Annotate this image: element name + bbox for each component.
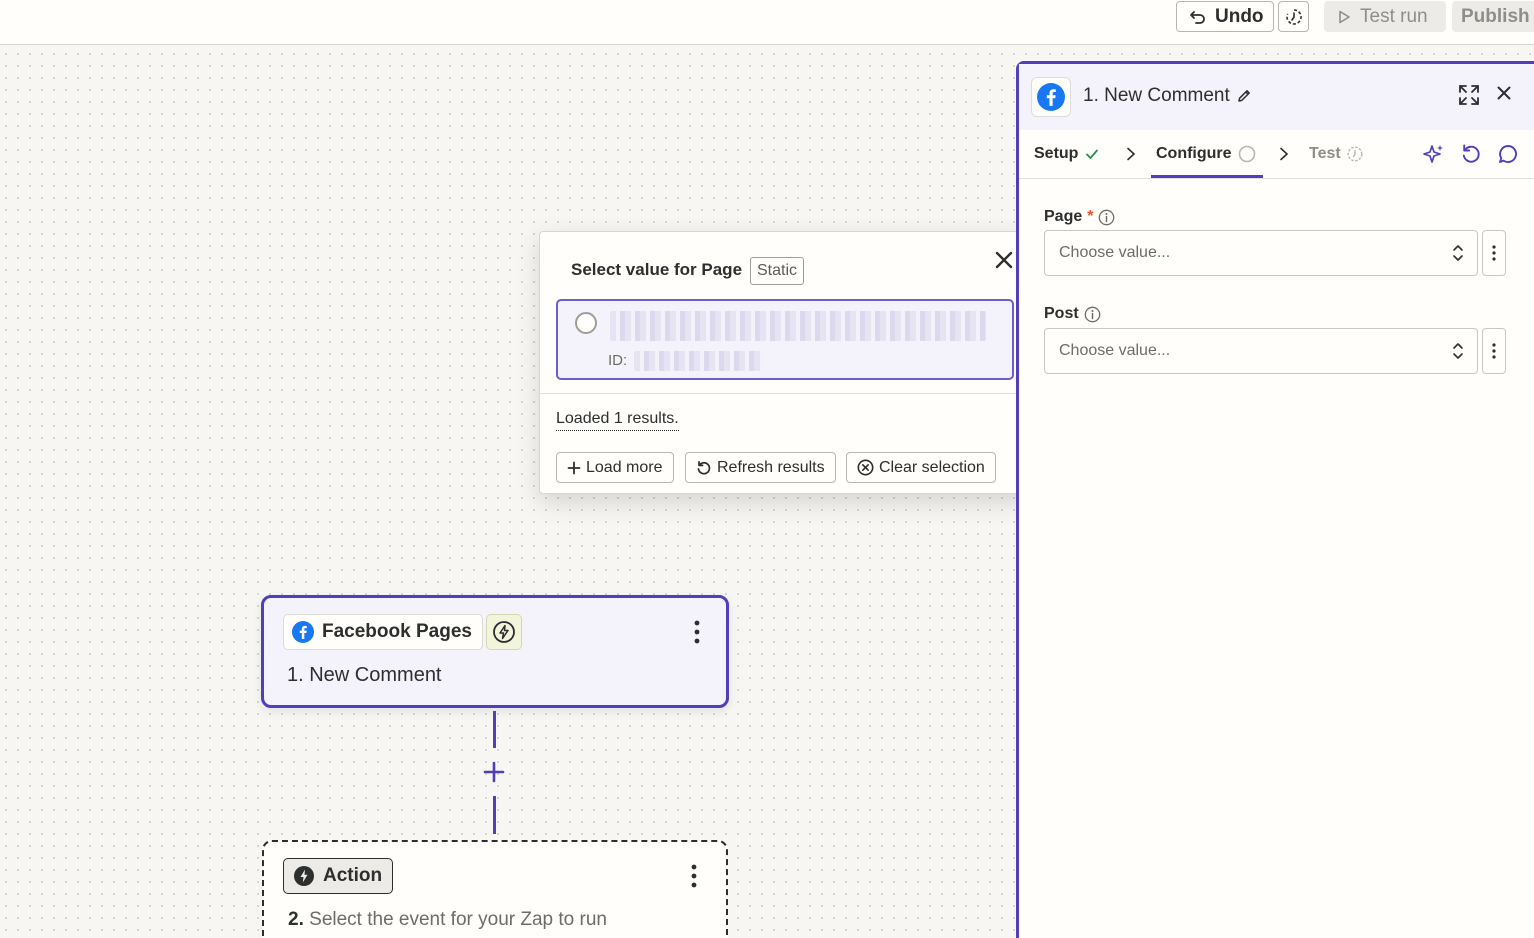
pencil-icon [1238, 90, 1250, 102]
rename-step-button[interactable] [1236, 88, 1252, 109]
top-toolbar: Undo Test run Publish [0, 0, 1534, 45]
option-id-label: ID: [608, 352, 628, 369]
publish-label: Publish [1461, 5, 1530, 27]
refresh-icon [697, 460, 711, 475]
post-field-menu-button[interactable] [1482, 328, 1506, 374]
bolt-icon [493, 621, 515, 643]
divider [540, 393, 1030, 394]
action-chip: Action [283, 858, 394, 894]
post-label-text: Post [1044, 305, 1079, 322]
popover-title: Select value for Page [571, 260, 743, 279]
step-description: 2. Select the event for your Zap to run [288, 909, 607, 931]
panel-title: 1. New Comment [1083, 85, 1230, 106]
connector-line [493, 711, 496, 748]
bolt-icon [294, 866, 314, 886]
tab-setup[interactable]: Setup [1034, 145, 1100, 163]
test-run-button[interactable]: Test run [1324, 1, 1446, 32]
option-item[interactable]: ID: [556, 299, 1014, 380]
refresh-icon[interactable] [1460, 143, 1482, 165]
post-select[interactable]: Choose value... [1044, 328, 1478, 374]
loaded-results-text: Loaded 1 results. [556, 410, 679, 431]
tab-test[interactable]: Test [1309, 145, 1363, 163]
more-vertical-icon [691, 864, 697, 888]
more-vertical-icon [1492, 343, 1496, 359]
tab-setup-label: Setup [1034, 145, 1079, 162]
chevron-right-icon [1280, 147, 1289, 161]
incomplete-circle-icon [1238, 145, 1255, 163]
app-icon-box [1031, 77, 1071, 117]
step-number: 2. [288, 909, 304, 930]
page-select-placeholder: Choose value... [1059, 244, 1171, 261]
facebook-icon [292, 621, 314, 643]
undo-icon [1190, 10, 1205, 24]
version-history-button[interactable] [1278, 1, 1309, 32]
post-field-label: Post [1044, 305, 1101, 323]
test-run-label: Test run [1360, 5, 1428, 27]
page-field-label: Page * [1044, 208, 1115, 226]
step-tabs: Setup Configure Test [1019, 130, 1534, 179]
refresh-results-label: Refresh results [717, 458, 825, 476]
connector-line [493, 796, 496, 834]
option-radio[interactable] [575, 312, 597, 334]
page-label-text: Page [1044, 208, 1083, 225]
history-icon [1285, 8, 1302, 25]
step-editor-panel: 1. New Comment Setup Configure Test Page… [1016, 61, 1534, 938]
pending-clock-icon [1347, 146, 1363, 162]
play-icon [1339, 10, 1350, 23]
comment-icon[interactable] [1497, 143, 1519, 165]
static-badge: Static [750, 257, 805, 285]
tab-configure-label: Configure [1156, 145, 1232, 162]
tab-test-label: Test [1309, 145, 1341, 162]
add-step-button[interactable] [480, 758, 508, 786]
trigger-type-badge [486, 614, 522, 650]
close-icon [1497, 86, 1511, 100]
undo-button[interactable]: Undo [1176, 1, 1274, 32]
refresh-results-button[interactable]: Refresh results [685, 452, 836, 483]
page-select[interactable]: Choose value... [1044, 230, 1478, 276]
clear-selection-button[interactable]: Clear selection [846, 452, 996, 483]
select-arrows-icon [1453, 245, 1463, 261]
expand-icon [1459, 85, 1479, 105]
plus-icon [483, 761, 505, 783]
active-tab-indicator [1151, 175, 1263, 178]
plus-icon [567, 461, 581, 474]
select-arrows-icon [1453, 343, 1463, 359]
ai-sparkle-icon[interactable] [1423, 143, 1445, 165]
chevron-right-icon [1127, 147, 1136, 161]
step-title: 1. New Comment [287, 664, 442, 686]
more-vertical-icon [694, 620, 700, 644]
app-chip[interactable]: Facebook Pages [283, 614, 483, 650]
more-vertical-icon [1492, 245, 1496, 261]
publish-button[interactable]: Publish [1452, 1, 1534, 32]
select-value-popover: Select value for Page Static ID: Loaded … [539, 231, 1031, 494]
panel-header: 1. New Comment [1019, 64, 1534, 130]
required-asterisk: * [1087, 208, 1094, 225]
check-icon [1086, 149, 1099, 159]
app-name: Facebook Pages [322, 621, 472, 642]
post-select-placeholder: Choose value... [1059, 342, 1171, 359]
tab-configure[interactable]: Configure [1156, 145, 1256, 163]
close-icon [995, 251, 1013, 269]
popover-close-button[interactable] [992, 248, 1016, 272]
step-description-text: Select the event for your Zap to run [309, 909, 607, 930]
load-more-button[interactable]: Load more [556, 452, 674, 483]
info-icon[interactable] [1084, 306, 1101, 323]
expand-panel-button[interactable] [1458, 84, 1480, 111]
undo-label: Undo [1215, 5, 1264, 27]
clear-selection-label: Clear selection [879, 458, 985, 476]
close-panel-button[interactable] [1497, 86, 1511, 105]
page-field-menu-button[interactable] [1482, 230, 1506, 276]
redacted-option-id [634, 351, 764, 371]
action-chip-label: Action [323, 865, 383, 886]
info-icon[interactable] [1098, 209, 1115, 226]
redacted-option-name [610, 311, 986, 341]
action-step-card[interactable]: Action 2. Select the event for your Zap … [262, 840, 728, 938]
clear-circle-icon [857, 459, 874, 476]
step-menu-button[interactable] [687, 617, 707, 647]
step-menu-button[interactable] [684, 861, 704, 891]
trigger-step-card[interactable]: Facebook Pages 1. New Comment [261, 595, 729, 708]
facebook-icon [1037, 83, 1065, 111]
load-more-label: Load more [586, 458, 663, 476]
